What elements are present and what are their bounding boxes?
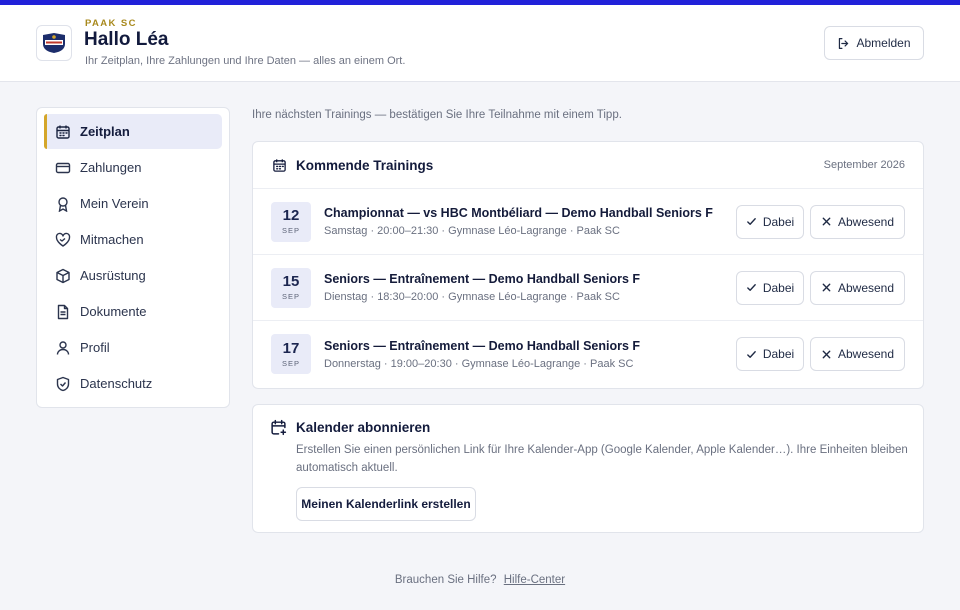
file-icon (57, 304, 69, 319)
heart-handshake-icon (55, 232, 71, 247)
absent-button[interactable]: Abwesend (810, 270, 905, 305)
intro-text: Ihre nächsten Trainings — bestätigen Sie… (252, 109, 622, 121)
calendar-icon (273, 158, 286, 172)
date-month: SEP (281, 358, 300, 368)
sidebar-item-datenschutz[interactable]: Datenschutz (44, 366, 222, 401)
check-icon (746, 284, 756, 291)
logout-label: Abmelden (856, 36, 911, 50)
sidebar-item-ausruestung[interactable]: Ausrüstung (44, 258, 222, 293)
date-day: 17 (282, 339, 300, 357)
month-label: September 2026 (823, 159, 905, 171)
training-row: 12 SEP Championnat — vs HBC Montbéliard … (253, 189, 923, 255)
training-title: Seniors — Entraînement — Demo Handball S… (324, 338, 641, 353)
check-icon (746, 350, 756, 358)
package-icon (56, 268, 70, 283)
sidebar-item-label: Zeitplan (80, 124, 130, 139)
club-logo (36, 25, 72, 61)
sidebar-item-profil[interactable]: Profil (44, 330, 222, 365)
date-month: SEP (281, 226, 300, 235)
sidebar-item-label: Mitmachen (80, 232, 144, 247)
sidebar-item-label: Profil (80, 340, 110, 355)
logout-icon (839, 37, 849, 49)
attend-label: Dabei (762, 280, 795, 295)
page-title: Hallo Léa (84, 29, 169, 50)
sidebar-item-label: Ausrüstung (80, 268, 146, 283)
calendar-subscribe-card: Kalender abonnieren Erstellen Sie einen … (252, 404, 924, 533)
sidebar-item-mitmachen[interactable]: Mitmachen (44, 222, 222, 257)
attend-button[interactable]: Dabei (736, 337, 804, 371)
attend-button[interactable]: Dabei (736, 270, 804, 305)
sidebar-item-label: Mein Verein (80, 196, 149, 211)
award-icon (58, 196, 68, 212)
upcoming-trainings-card: Kommende Trainings September 2026 12 SEP… (252, 141, 924, 389)
sidebar-item-label: Zahlungen (80, 160, 142, 175)
sidebar-item-zahlungen[interactable]: Zahlungen (44, 150, 222, 185)
subscribe-description: Erstellen Sie einen persönlichen Link fü… (296, 444, 908, 474)
page-header: PAAK SC Hallo Léa Ihr Zeitplan, Ihre Zah… (0, 5, 960, 82)
sidebar-item-label: Dokumente (80, 304, 147, 319)
training-row: 15 SEP Seniors — Entraînement — Demo Han… (253, 255, 923, 321)
attend-label: Dabei (762, 347, 795, 361)
date-month: SEP (281, 292, 300, 301)
calendar-icon (56, 125, 70, 139)
training-title: Championnat — vs HBC Montbéliard — Demo … (324, 206, 713, 220)
sidebar-item-dokumente[interactable]: Dokumente (44, 294, 222, 329)
logout-button[interactable]: Abmelden (824, 26, 924, 60)
create-calendar-link-button[interactable]: Meinen Kalenderlink erstellen (296, 487, 476, 521)
sidebar-item-mein-verein[interactable]: Mein Verein (44, 186, 222, 221)
calendar-plus-icon (271, 419, 287, 436)
training-meta: Samstag · 20:00–21:30 · Gymnase Léo-Lagr… (324, 225, 620, 237)
help-center-link[interactable]: Hilfe-Center (504, 574, 565, 586)
attend-label: Dabei (762, 214, 795, 229)
absent-label: Abwesend (837, 347, 895, 361)
date-day: 12 (282, 207, 300, 224)
help-text: Brauchen Sie Hilfe? (394, 574, 497, 586)
page-subtitle: Ihr Zeitplan, Ihre Zahlungen und Ihre Da… (85, 55, 406, 67)
attend-button[interactable]: Dabei (736, 204, 804, 239)
training-row: 17 SEP Seniors — Entraînement — Demo Han… (253, 321, 923, 387)
date-badge: 17 SEP (271, 334, 311, 374)
training-meta: Donnerstag · 19:00–20:30 · Gymnase Léo-L… (324, 357, 634, 370)
training-meta: Dienstag · 18:30–20:00 · Gymnase Léo-Lag… (324, 291, 620, 303)
absent-label: Abwesend (837, 214, 895, 229)
sidebar-nav: Zeitplan Zahlungen Mein Verein Mitmachen… (36, 107, 230, 408)
card-title: Kommende Trainings (296, 157, 434, 173)
close-icon (822, 217, 831, 226)
absent-label: Abwesend (837, 280, 895, 295)
user-icon (56, 340, 70, 355)
date-badge: 15 SEP (271, 267, 311, 308)
shield-icon (56, 376, 70, 391)
date-day: 15 (282, 273, 300, 290)
club-name: PAAK SC (85, 18, 137, 29)
card-header: Kommende Trainings September 2026 (253, 142, 923, 189)
check-icon (746, 218, 756, 225)
date-badge: 12 SEP (271, 201, 311, 242)
absent-button[interactable]: Abwesend (810, 204, 905, 239)
sidebar-item-label: Datenschutz (80, 376, 153, 391)
credit-card-icon (55, 162, 71, 173)
absent-button[interactable]: Abwesend (810, 337, 905, 371)
card-title: Kalender abonnieren (296, 420, 431, 435)
close-icon (822, 350, 831, 358)
sidebar-item-zeitplan[interactable]: Zeitplan (44, 114, 222, 149)
footer: Brauchen Sie Hilfe? Hilfe-Center (0, 574, 960, 586)
training-title: Seniors — Entraînement — Demo Handball S… (324, 272, 641, 286)
close-icon (822, 283, 831, 292)
